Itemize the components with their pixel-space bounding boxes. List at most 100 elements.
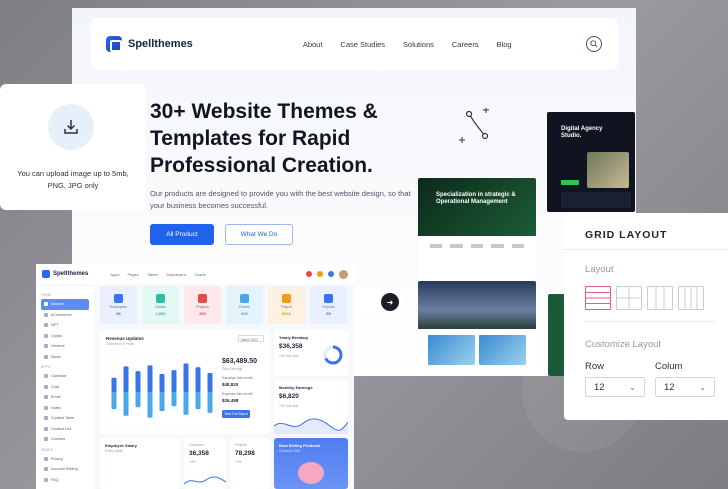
revenue-bar: [171, 370, 177, 392]
layout-option-four-columns[interactable]: [678, 286, 704, 310]
sidebar-item-label: eCommerce: [51, 312, 72, 317]
message-icon[interactable]: [328, 271, 334, 277]
dashboard-menu-item[interactable]: Tables: [147, 272, 159, 277]
upload-icon[interactable]: [48, 104, 94, 150]
stat-tile[interactable]: Events 696: [226, 286, 263, 324]
sidebar-item-faq[interactable]: FAQ: [41, 475, 89, 486]
upload-card[interactable]: You can upload image up to 5mb, PNG, JPG…: [0, 84, 146, 210]
sidebar-item-ecommerce[interactable]: eCommerce: [41, 310, 89, 321]
stat-tile[interactable]: Reports 59: [310, 286, 347, 324]
four-columns-layout-icon: [684, 287, 698, 309]
stat-tile-icon: [198, 294, 207, 303]
nav-link-case-studies[interactable]: Case Studies: [340, 40, 385, 49]
revenue-bar: [147, 392, 153, 418]
brand-logo[interactable]: Spellthemes: [106, 36, 193, 52]
columns-layout-icon: [655, 287, 665, 309]
stat-tile[interactable]: Payroll $96k: [268, 286, 305, 324]
dashboard-menu-item[interactable]: Dashboard: [166, 272, 186, 277]
view-full-report-button[interactable]: View Full Report: [222, 410, 250, 418]
logo-icon: [106, 36, 122, 52]
column-select-value: 12: [664, 381, 675, 393]
agency-theme-title: Digital Agency Studio.: [561, 126, 603, 139]
layout-option-columns[interactable]: [647, 286, 673, 310]
what-we-do-button[interactable]: What We Do: [225, 224, 293, 245]
stat-tile-icon: [324, 294, 333, 303]
stat-tile-value: 356: [199, 311, 206, 316]
revenue-bar: [111, 392, 117, 410]
agency-theme-preview[interactable]: Digital Agency Studio.: [547, 112, 635, 212]
sidebar-item-chat[interactable]: Chat: [41, 382, 89, 393]
sidebar-item-music[interactable]: Music: [41, 352, 89, 363]
row-label: Row: [585, 361, 605, 372]
dashboard-menu-item[interactable]: Charts: [194, 272, 206, 277]
sidebar-item-label: Notes: [51, 405, 61, 410]
cart-icon[interactable]: [306, 271, 312, 277]
sidebar-item-modern[interactable]: Modern: [41, 299, 89, 310]
nft-icon: [44, 323, 48, 328]
stat-tile[interactable]: Employees 96: [100, 286, 137, 324]
projects-title: Projects: [235, 443, 247, 447]
stat-tile-icon: [240, 294, 249, 303]
sidebar-item-courses[interactable]: Courses: [41, 434, 89, 445]
dashboard-preview: Spellthemes Apps Pages Tables Dashboard …: [36, 264, 354, 489]
dashboard-logo[interactable]: Spellthemes: [42, 270, 88, 278]
sidebar-item-label: Contact List: [51, 426, 72, 431]
sidebar-item-notes[interactable]: Notes: [41, 403, 89, 414]
stat-tile-icon: [282, 294, 291, 303]
all-product-button[interactable]: All Product: [150, 224, 214, 245]
note-icon: [44, 405, 48, 410]
travel-theme-preview[interactable]: [418, 281, 536, 376]
brand-name: Spellthemes: [128, 38, 193, 50]
divider: [585, 321, 715, 322]
stat-tile-label: Events: [239, 305, 250, 309]
sidebar-item-email[interactable]: Email: [41, 392, 89, 403]
revenue-bar: [123, 392, 129, 416]
chevron-down-icon: ⌄: [699, 382, 706, 392]
dashboard-menu-item[interactable]: Apps: [110, 272, 119, 277]
sidebar-item-label: Calendar: [51, 374, 67, 379]
dashboard-menu-item[interactable]: Pages: [127, 272, 138, 277]
revenue-bar: [135, 392, 141, 408]
customers-panel: Customers 36,358 +9%: [184, 438, 226, 489]
sidebar-item-contact-list[interactable]: Contact List: [41, 424, 89, 435]
mail-icon: [44, 395, 48, 400]
dashboard-menu: Apps Pages Tables Dashboard Charts: [110, 272, 205, 277]
sidebar-item-label: Chat: [51, 384, 60, 389]
sidebar-item-account-setting[interactable]: Account Setting: [41, 464, 89, 475]
yearly-breakup-note: +9% last year: [279, 354, 299, 358]
sidebar-item-nft[interactable]: NFT: [41, 320, 89, 331]
search-icon[interactable]: [586, 36, 602, 52]
book-icon: [44, 437, 48, 442]
bell-icon[interactable]: [317, 271, 323, 277]
stat-tile[interactable]: Clients 3,650: [142, 286, 179, 324]
layout-option-quad[interactable]: [616, 286, 642, 310]
revenue-bar: [207, 373, 213, 392]
sidebar-item-calendar[interactable]: Calendar: [41, 371, 89, 382]
sidebar-item-label: Music: [51, 354, 61, 359]
sidebar-item-general[interactable]: General: [41, 341, 89, 352]
nav-link-careers[interactable]: Careers: [452, 40, 479, 49]
avatar[interactable]: [339, 269, 348, 279]
stat-tile[interactable]: Projects 356: [184, 286, 221, 324]
customers-note: +9%: [189, 460, 196, 464]
sidebar-item-label: Pricing: [51, 456, 63, 461]
period-select[interactable]: March 2023: [238, 335, 264, 342]
column-select[interactable]: 12 ⌄: [655, 377, 715, 397]
nav-link-solutions[interactable]: Solutions: [403, 40, 434, 49]
nav-link-blog[interactable]: Blog: [497, 40, 512, 49]
best-selling-title: Best Selling Products: [279, 443, 321, 448]
top-nav: Spellthemes About Case Studies Solutions…: [90, 18, 618, 70]
strategy-theme-preview[interactable]: Specialization in strategic & Operationa…: [418, 178, 536, 282]
row-select[interactable]: 12 ⌄: [585, 377, 645, 397]
sidebar-item-crypto[interactable]: Crypto: [41, 331, 89, 342]
arrow-right-icon[interactable]: ➜: [381, 293, 399, 311]
sidebar-item-contact-table[interactable]: Contact Table: [41, 413, 89, 424]
agency-theme-block: [561, 192, 631, 208]
revenue-bar: [147, 365, 153, 392]
nav-link-about[interactable]: About: [303, 40, 323, 49]
layout-option-rows[interactable]: [585, 286, 611, 310]
chart-icon: [44, 344, 48, 349]
sidebar-item-pricing[interactable]: Pricing: [41, 454, 89, 465]
chevron-down-icon: ⌄: [629, 382, 636, 392]
agency-theme-image: [587, 152, 629, 188]
